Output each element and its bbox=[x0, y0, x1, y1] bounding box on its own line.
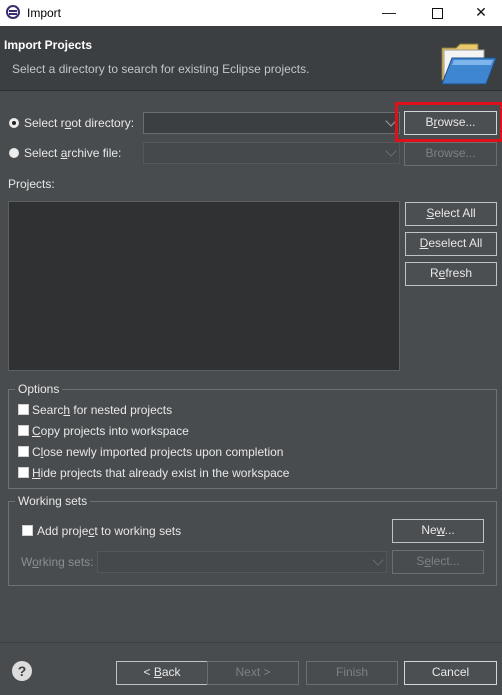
eclipse-icon bbox=[6, 5, 20, 19]
new-working-set-button[interactable]: New... bbox=[392, 519, 484, 543]
working-sets-label: Working sets: bbox=[21, 555, 94, 569]
close-imported-label: Close newly imported projects upon compl… bbox=[32, 445, 284, 459]
next-button[interactable]: Next > bbox=[207, 661, 299, 685]
chevron-down-icon bbox=[385, 145, 397, 157]
root-directory-radio[interactable] bbox=[9, 118, 19, 128]
browse-archive-button[interactable]: Browse... bbox=[404, 142, 497, 166]
root-directory-combo[interactable] bbox=[143, 112, 400, 134]
working-sets-combo[interactable] bbox=[97, 551, 387, 573]
close-icon: ✕ bbox=[475, 4, 487, 20]
projects-list[interactable] bbox=[8, 201, 400, 371]
page-title: Import Projects bbox=[4, 38, 93, 52]
deselect-all-button[interactable]: Deselect All bbox=[405, 232, 497, 256]
minimize-icon: — bbox=[382, 4, 396, 20]
maximize-button[interactable] bbox=[414, 0, 460, 26]
refresh-button[interactable]: Refresh bbox=[405, 262, 497, 286]
back-button[interactable]: < Back bbox=[116, 661, 208, 685]
projects-label: Projects: bbox=[8, 177, 55, 191]
root-directory-label: Select root directory: bbox=[24, 116, 135, 130]
search-nested-label: Search for nested projects bbox=[32, 403, 173, 417]
select-all-button[interactable]: Select All bbox=[405, 202, 497, 226]
chevron-down-icon bbox=[372, 554, 384, 566]
finish-button[interactable]: Finish bbox=[306, 661, 398, 685]
hide-existing-checkbox[interactable] bbox=[18, 467, 29, 478]
import-dialog: Import — ✕ Import Projects Select a dire… bbox=[0, 0, 502, 695]
add-to-working-sets-label: Add project to working sets bbox=[37, 524, 182, 538]
close-imported-checkbox[interactable] bbox=[18, 446, 29, 457]
close-button[interactable]: ✕ bbox=[458, 0, 502, 26]
copy-projects-label: Copy projects into workspace bbox=[32, 424, 189, 438]
folder-icon bbox=[441, 43, 497, 85]
search-nested-checkbox[interactable] bbox=[18, 404, 29, 415]
page-description: Select a directory to search for existin… bbox=[12, 62, 310, 76]
title-bar: Import — ✕ bbox=[0, 0, 502, 26]
archive-file-label: Select archive file: bbox=[24, 146, 122, 160]
hide-existing-label: Hide projects that already exist in the … bbox=[32, 466, 290, 480]
options-title: Options bbox=[15, 382, 63, 396]
minimize-button[interactable]: — bbox=[366, 0, 412, 26]
working-sets-title: Working sets bbox=[15, 494, 91, 508]
maximize-icon bbox=[431, 7, 443, 19]
wizard-header: Import Projects Select a directory to se… bbox=[0, 26, 502, 91]
archive-file-radio[interactable] bbox=[9, 148, 19, 158]
browse-highlight-box bbox=[395, 102, 502, 142]
cancel-button[interactable]: Cancel bbox=[404, 661, 497, 685]
archive-file-combo[interactable] bbox=[143, 142, 400, 164]
add-to-working-sets-checkbox[interactable] bbox=[22, 525, 33, 536]
copy-projects-checkbox[interactable] bbox=[18, 425, 29, 436]
select-working-sets-button[interactable]: Select... bbox=[392, 550, 484, 574]
footer-divider bbox=[0, 642, 502, 643]
help-icon[interactable]: ? bbox=[12, 661, 32, 681]
window-title: Import bbox=[27, 6, 62, 20]
